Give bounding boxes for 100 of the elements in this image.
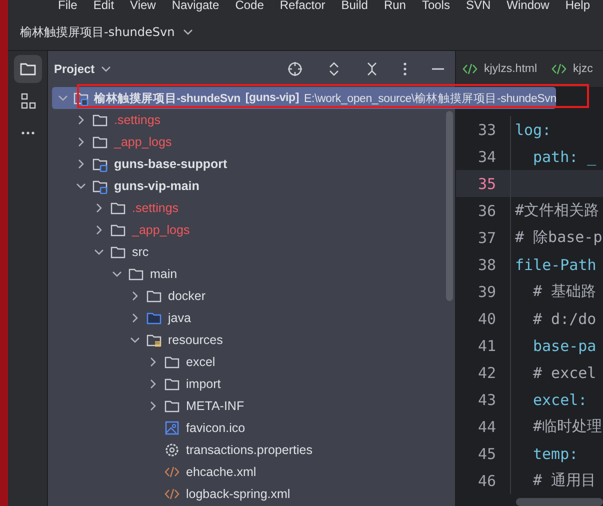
editor-tab[interactable]: kjylzs.html [462,61,538,77]
collapse-all-icon[interactable] [365,61,379,77]
menu-item[interactable]: Tools [422,0,450,11]
code-line: # 除base-p [515,228,602,246]
menu-item[interactable]: Edit [93,0,114,11]
menu-item[interactable]: Run [384,0,406,11]
line-number: 38 [456,251,511,278]
code-tag-icon [551,61,568,77]
menu-item[interactable]: Code [235,0,264,11]
chevron-icon[interactable] [130,335,140,345]
menu-item[interactable]: Build [341,0,368,11]
folder-icon [110,222,126,238]
editor-tab[interactable]: kjzc [551,61,593,77]
folder-icon [110,200,126,216]
chevron-icon[interactable] [112,269,122,279]
tree-item-label: transactions.properties [186,443,312,457]
code-line: log: [515,120,552,138]
line-number: 36 [456,197,511,224]
scrollbar-thumb[interactable] [516,498,603,506]
folder-icon [128,266,144,282]
tree-row[interactable]: 榆林触摸屏项目-shundeSvn [guns-vip] E:\work_open_source\榆林触摸屏项目-shundeSvn [52,87,556,109]
line-number: 46 [456,467,511,494]
tree-item-label: docker [168,289,206,303]
chevron-icon[interactable] [76,137,86,147]
module-folder-icon [92,178,108,194]
project-icon[interactable] [14,55,42,83]
tree-item-label: 榆林触摸屏项目-shundeSvn [94,91,240,106]
tree-row[interactable]: excel [52,351,447,373]
chevron-icon[interactable] [130,291,140,301]
chevron-icon[interactable] [130,313,140,323]
line-number: 45 [456,440,511,467]
line-number: 41 [456,332,511,359]
panel-title[interactable]: Project [54,62,111,76]
menu-item[interactable]: SVN [466,0,491,11]
code-line: # excel [533,364,596,382]
tree-item-label: main [150,267,178,281]
tree-row[interactable]: favicon.ico [52,417,447,439]
project-switcher[interactable]: 榆林触摸屏项目-shundeSvn [20,24,193,40]
chevron-icon[interactable] [76,115,86,125]
tree-row[interactable]: META-INF [52,395,447,417]
tree-row[interactable]: src [52,241,447,263]
chevron-icon[interactable] [58,93,68,103]
code-line: file-Path [515,256,596,274]
menu-item[interactable]: Navigate [172,0,220,11]
code-line: temp: [533,444,578,462]
folder-icon [164,354,180,370]
tree-item-label: excel [186,355,216,369]
tree-row[interactable]: logback-spring.xml [52,483,447,505]
code-line: # d:/do [533,310,596,328]
folder-icon [110,244,126,260]
chevron-icon [100,64,111,74]
more-icon[interactable] [403,61,407,77]
chevron-icon[interactable] [76,181,86,191]
chevron-icon[interactable] [76,159,86,169]
folder-icon [146,288,162,304]
folder-icon [164,376,180,392]
menu-item[interactable]: Help [565,0,590,11]
chevron-icon [182,27,193,37]
tree-item-label: favicon.ico [186,421,246,435]
tree-row[interactable]: guns-vip-main [52,175,447,197]
line-number: 37 [456,224,511,251]
tree-row[interactable]: java [52,307,447,329]
module-name: [guns-vip] [245,92,299,104]
code-tag-icon [164,486,180,502]
tree-item-label: src [132,245,149,259]
locate-icon[interactable] [287,61,303,77]
chevron-icon[interactable] [148,379,158,389]
menu-item[interactable]: File [58,0,78,11]
image-icon [164,420,180,436]
folder-icon [146,310,162,326]
tree-row[interactable]: transactions.properties [52,439,447,461]
code-line: #临时处理 [533,417,602,435]
tree-row[interactable]: resources [52,329,447,351]
tree-row[interactable]: guns-base-support [52,153,447,175]
tree-row[interactable]: import [52,373,447,395]
line-number: 42 [456,359,511,386]
menu-item[interactable]: View [130,0,156,11]
module-folder-icon [73,90,89,106]
line-number: 39 [456,278,511,305]
tree-item-label: guns-vip-main [114,179,200,193]
menu-item[interactable]: Window [506,0,550,11]
tree-row[interactable]: docker [52,285,447,307]
tree-item-label: resources [168,333,223,347]
chevron-icon[interactable] [148,357,158,367]
expand-all-icon[interactable] [327,61,341,77]
chevron-icon[interactable] [94,225,104,235]
tree-row[interactable]: ehcache.xml [52,461,447,483]
scrollbar-thumb[interactable] [446,111,453,301]
code-line: path: _ [533,148,596,166]
tree-row[interactable]: main [52,263,447,285]
project-path: E:\work_open_source\榆林触摸屏项目-shundeSvn [304,92,556,106]
chevron-icon[interactable] [94,247,104,257]
chevron-icon[interactable] [148,401,158,411]
chevron-icon[interactable] [94,203,104,213]
tree-item-label: _app_logs [132,223,190,237]
line-number: 43 [456,386,511,413]
menu-item[interactable]: Refactor [280,0,326,11]
gear-icon [164,442,180,458]
code-tag-icon [164,464,180,480]
line-number: 33 [456,116,511,143]
